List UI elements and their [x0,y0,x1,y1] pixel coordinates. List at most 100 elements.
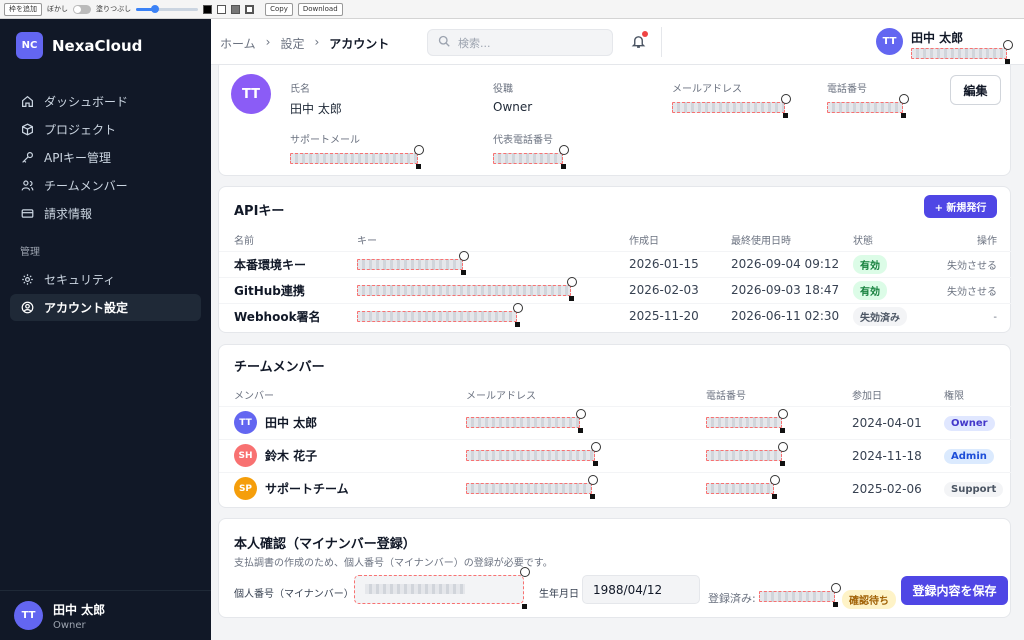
sidebar-item-label: プロジェクト [44,123,117,137]
table-row: 本番環境キー 2026-01-15 2026-09-04 09:12 有効 失効… [219,250,1012,277]
breadcrumb: ホーム › 設定 › アカウント [220,35,389,52]
nav-section-admin: 管理 [20,247,40,258]
table-row: TT 田中 太郎 2024-04-01 Owner [219,405,1012,439]
table-row: SP サポートチーム 2025-02-06 Support [219,471,1012,505]
redacted-phone[interactable] [706,409,788,433]
avatar: SH [234,444,257,467]
redacted-key[interactable] [357,250,469,275]
identity-card: 本人確認（マイナンバー登録） 支払調書の作成のため、個人番号（マイナンバー）の登… [218,518,1011,618]
gear-icon [20,273,34,287]
bell-icon[interactable] [631,31,648,50]
color-swatch-white[interactable] [217,4,227,14]
profile-name: 田中 太郎 [290,102,342,116]
sidebar-item-security[interactable]: セキュリティ [10,266,201,293]
download-button[interactable]: Download [297,2,343,16]
redacted-email[interactable] [466,409,586,433]
users-icon [20,179,34,193]
table-row: GitHub連携 2026-02-03 2026-09-03 18:47 有効 … [219,276,1012,303]
sidebar-user-role: Owner [53,619,86,631]
sidebar-item-label: アカウント設定 [44,301,129,315]
add-frame-button[interactable]: 枠を追加 [4,2,42,16]
rep-phone-label: 代表電話番号 [493,135,553,146]
sidebar-item-label: APIキー管理 [44,151,111,165]
team-table: メンバー メールアドレス 電話番号 参加日 権限 TT 田中 太郎 2024-0… [219,384,1012,505]
breadcrumb-home[interactable]: ホーム [220,35,256,52]
sidebar-user-name: 田中 太郎 [53,602,106,617]
copy-button[interactable]: Copy [265,2,293,16]
breadcrumb-settings[interactable]: 設定 [280,35,304,52]
sidebar-item-team[interactable]: チームメンバー [10,172,201,199]
sidebar-user[interactable]: TT 田中 太郎 Owner [0,590,211,640]
dob-input[interactable]: 1988/04/12 [582,575,700,604]
search-input[interactable]: 検索... [427,29,613,56]
color-swatch-black[interactable] [203,4,213,14]
sidebar-item-label: ダッシュボード [44,95,129,109]
api-keys-card: APIキー + 新規発行 名前 キー 作成日 最終使用日時 状態 操作 本番環境… [218,186,1012,333]
redacted-phone[interactable] [706,475,780,500]
registered-label: 登録済み: [708,592,756,605]
redacted-header-email[interactable] [911,40,1013,64]
role-label: 役職 [493,84,513,95]
main-nav: ダッシュボード プロジェクト APIキー管理 チームメンバー 請求情報 管理 セ… [0,88,211,321]
redacted-email[interactable] [466,475,598,500]
role-badge: Admin [944,448,994,464]
top-header: ホーム › 設定 › アカウント 検索... TT 田中 太郎 [211,19,1024,65]
breadcrumb-current: アカウント [329,37,390,51]
header-user-name: 田中 太郎 [911,31,964,45]
chevron-right-icon: › [265,35,271,49]
revoke-link[interactable]: 失効させる [947,261,997,272]
sidebar-item-billing[interactable]: 請求情報 [10,200,201,227]
redaction-toolbar: 枠を追加 ぼかし 塗りつぶし Copy Download [0,0,1024,19]
table-row: Webhook署名 2025-11-20 2026-06-11 02:30 失効… [219,302,1012,329]
blur-label: ぼかし [47,5,68,13]
role-badge: Owner [944,415,995,431]
redacted-phone[interactable] [706,442,788,466]
mode-toggle[interactable] [73,4,91,14]
redacted-key[interactable] [357,302,523,327]
redacted-phone[interactable] [827,94,909,118]
sidebar-item-projects[interactable]: プロジェクト [10,116,201,143]
status-badge: 有効 [853,280,887,300]
identity-title: 本人確認（マイナンバー登録） [234,537,416,552]
redacted-rep-phone[interactable] [493,145,569,169]
my-number-label: 個人番号（マイナンバー） [234,589,354,600]
dob-label: 生年月日 [539,589,579,600]
role-badge: Support [944,481,1004,497]
edit-button[interactable]: 編集 [950,75,1001,105]
brand-name: NexaCloud [52,36,143,55]
sidebar-item-label: 請求情報 [44,207,93,221]
sidebar-item-api-keys[interactable]: APIキー管理 [10,144,201,171]
new-key-button[interactable]: + 新規発行 [924,195,997,218]
avatar: SP [234,477,257,501]
sidebar-item-label: セキュリティ [44,273,116,287]
chevron-right-icon: › [314,35,320,49]
redacted-email[interactable] [466,442,601,466]
redacted-email[interactable] [672,94,791,118]
team-title: チームメンバー [234,360,325,375]
header-user[interactable]: TT 田中 太郎 [876,28,1013,64]
color-swatch-outline[interactable] [245,4,255,14]
avatar: TT [876,28,903,55]
redacted-key[interactable] [357,276,577,301]
name-label: 氏名 [290,84,310,95]
sidebar-item-dashboard[interactable]: ダッシュボード [10,88,201,115]
color-swatch-gray[interactable] [231,4,241,14]
phone-label: 電話番号 [827,84,867,95]
sidebar: NC NexaCloud ダッシュボード プロジェクト APIキー管理 チームメ… [0,19,211,640]
api-keys-table: 名前 キー 作成日 最終使用日時 状態 操作 本番環境キー 2026-01-15… [219,229,1012,329]
revoke-link[interactable]: 失効させる [947,287,997,298]
my-number-input[interactable] [354,567,530,609]
brand[interactable]: NC NexaCloud [0,19,211,72]
team-card: チームメンバー メンバー メールアドレス 電話番号 参加日 権限 TT 田中 太… [218,344,1012,508]
fill-label: 塗りつぶし [96,5,132,13]
sidebar-item-account[interactable]: アカウント設定 [10,294,201,321]
strength-slider[interactable] [136,4,199,13]
identity-description: 支払調書の作成のため、個人番号（マイナンバー）の登録が必要です。 [234,558,553,569]
redacted-registered-number[interactable] [759,583,841,607]
save-button[interactable]: 登録内容を保存 [901,576,1008,605]
support-email-label: サポートメール [290,135,360,146]
user-circle-icon [20,301,34,315]
card-icon [20,207,34,221]
redacted-support-email[interactable] [290,145,424,169]
logo: NC [16,32,43,59]
